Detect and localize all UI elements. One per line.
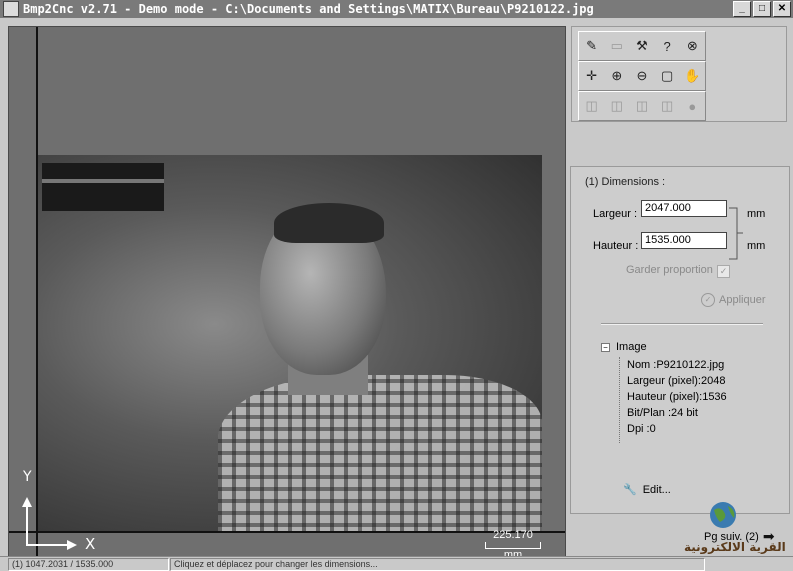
tree-item-height: Hauteur (pixel):1536 [627, 391, 727, 403]
title-bar: Bmp2Cnc v2.71 - Demo mode - C:\Documents… [0, 0, 793, 18]
zoom-fit-icon[interactable]: ▢ [658, 67, 676, 85]
keep-ratio-checkbox[interactable]: ✓ [717, 265, 730, 278]
status-bar: (1) 1047.2031 / 1535.000 Cliquez et dépl… [0, 556, 793, 571]
wrench-icon: 🔧 [623, 484, 637, 496]
width-label: Largeur : [593, 208, 638, 220]
panel-divider [601, 323, 763, 325]
next-page-label: Pg suiv. (2) [704, 530, 759, 543]
scale-value: 225.170 [493, 529, 533, 541]
open-icon[interactable]: ✎ [583, 37, 601, 55]
arrow-right-icon: ➡ [762, 528, 775, 544]
globe-logo-icon [710, 502, 736, 528]
apply-button[interactable]: ✓ Appliquer [701, 293, 765, 307]
dimensions-group-label: (1) Dimensions : [585, 176, 666, 188]
cube-front-icon[interactable]: ◫ [583, 97, 601, 115]
link-bracket-icon [729, 207, 743, 260]
zoom-in-icon[interactable]: ⊕ [608, 67, 626, 85]
status-message: Cliquez et déplacez pour changer les dim… [170, 558, 705, 571]
image-tree: − Image Nom :P9210122.jpg Largeur (pixel)… [601, 341, 727, 443]
tree-item-dpi: Dpi :0 [627, 423, 656, 435]
cube-iso-icon[interactable]: ◫ [658, 97, 676, 115]
tree-item-bits: Bit/Plan :24 bit [627, 407, 698, 419]
apply-label: Appliquer [719, 294, 766, 306]
photo-shelf-edge [42, 179, 164, 183]
photo-shelf [42, 163, 164, 211]
next-page-button[interactable]: Pg suiv. (2) ➡ [704, 528, 775, 545]
y-axis-line [36, 27, 38, 557]
collapse-icon[interactable]: − [601, 343, 610, 352]
hand-icon[interactable]: ✋ [683, 67, 701, 85]
app-icon [3, 1, 19, 17]
x-axis-line [9, 531, 565, 533]
width-field[interactable]: 2047.000 [641, 200, 727, 217]
toolbar-row-3d: ◫ ◫ ◫ ◫ ● [578, 91, 706, 121]
properties-panel: (1) Dimensions : Largeur : 2047.000 mm H… [570, 166, 790, 514]
apply-icon: ✓ [701, 293, 715, 307]
scale-bar-line [485, 542, 541, 549]
toolbar-row-view: ✛ ⊕ ⊖ ▢ ✋ [578, 61, 706, 91]
cube-right-icon[interactable]: ◫ [633, 97, 651, 115]
cube-left-icon[interactable]: ◫ [608, 97, 626, 115]
y-axis-label: Y [23, 469, 32, 485]
edit-label: Edit... [642, 483, 671, 496]
center-icon[interactable]: ✛ [583, 67, 601, 85]
sphere-icon[interactable]: ● [683, 97, 701, 115]
tree-root-label[interactable]: Image [616, 341, 647, 353]
canvas-area[interactable]: Y X 225.170 mm [8, 26, 566, 561]
height-label: Hauteur : [593, 240, 639, 252]
hammer-icon[interactable]: ⚒ [633, 37, 651, 55]
keep-ratio-label: Garder proportion [626, 264, 713, 276]
width-unit: mm [747, 208, 766, 220]
x-arrow-icon [67, 540, 77, 550]
toolbar-row-file: ✎ ▭ ⚒ ? ⊗ [578, 31, 706, 61]
help-icon[interactable]: ? [658, 37, 676, 55]
tree-item-width: Largeur (pixel):2048 [627, 375, 726, 387]
window-title: Bmp2Cnc v2.71 - Demo mode - C:\Documents… [23, 2, 594, 16]
save-icon[interactable]: ▭ [608, 37, 626, 55]
photo-shirt-pattern [218, 375, 542, 531]
edit-button[interactable]: 🔧 Edit... [623, 483, 671, 497]
height-unit: mm [747, 240, 766, 252]
close-button[interactable]: ✕ [773, 1, 791, 17]
minimize-button[interactable]: _ [733, 1, 751, 17]
image-preview[interactable] [38, 155, 542, 531]
status-coordinates: (1) 1047.2031 / 1535.000 [8, 558, 169, 571]
photo-hair [274, 203, 384, 243]
x-arrow-stem [26, 544, 68, 546]
tree-item-name: Nom :P9210122.jpg [627, 359, 725, 371]
height-field[interactable]: 1535.000 [641, 232, 727, 249]
y-arrow-stem [26, 505, 28, 545]
tree-connector [619, 357, 621, 443]
toolbox: ✎ ▭ ⚒ ? ⊗ ✛ ⊕ ⊖ ▢ ✋ ◫ ◫ ◫ ◫ ● [571, 26, 787, 122]
zoom-out-icon[interactable]: ⊖ [633, 67, 651, 85]
maximize-button[interactable]: □ [753, 1, 771, 17]
window-controls: _ □ ✕ [733, 1, 791, 17]
close-circle-icon[interactable]: ⊗ [683, 37, 701, 55]
x-axis-label: X [85, 535, 96, 553]
